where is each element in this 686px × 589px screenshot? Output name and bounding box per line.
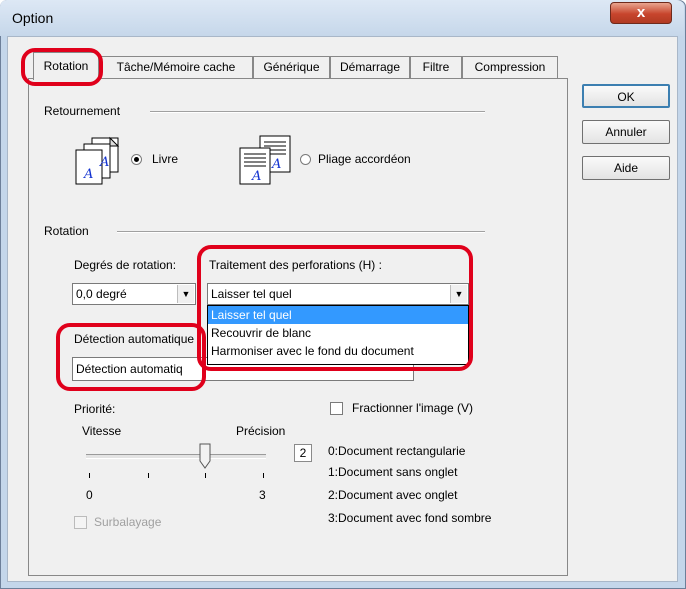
- degres-value: 0,0 degré: [76, 287, 127, 301]
- annuler-button[interactable]: Annuler: [582, 120, 670, 144]
- tab-compression[interactable]: Compression: [462, 56, 558, 78]
- tab-generique[interactable]: Générique: [253, 56, 330, 78]
- pliage-radio[interactable]: [300, 154, 311, 165]
- window-title: Option: [12, 10, 54, 26]
- list-item[interactable]: Recouvrir de blanc: [208, 324, 468, 342]
- detection-value: Détection automatiq: [76, 362, 183, 376]
- livre-radio[interactable]: [131, 154, 142, 165]
- ok-button[interactable]: OK: [582, 84, 670, 108]
- tab-demarrage[interactable]: Démarrage: [330, 56, 410, 78]
- rotation-divider: [117, 231, 485, 233]
- slider-min-label: 0: [86, 488, 93, 502]
- slider-value-box: 2: [294, 444, 312, 462]
- legend-item: 0:Document rectangularie: [328, 444, 466, 458]
- surbalayage-label: Surbalayage: [94, 515, 162, 529]
- book-pages-icon: A A: [75, 136, 120, 185]
- close-button[interactable]: x: [610, 2, 672, 24]
- tab-filtre[interactable]: Filtre: [410, 56, 462, 78]
- perforations-select[interactable]: Laisser tel quel ▼: [207, 283, 469, 305]
- fractionner-checkbox[interactable]: [330, 402, 343, 415]
- detection-label: Détection automatique: [74, 332, 195, 346]
- perforations-value: Laisser tel quel: [211, 287, 292, 301]
- livre-label: Livre: [152, 152, 179, 166]
- chevron-down-icon[interactable]: ▼: [450, 285, 467, 303]
- perforations-label: Traitement des perforations (H) :: [209, 258, 382, 272]
- vitesse-label: Vitesse: [82, 424, 122, 438]
- surbalayage-checkbox[interactable]: [74, 516, 87, 529]
- priorite-label: Priorité:: [74, 402, 116, 416]
- degres-label: Degrés de rotation:: [74, 258, 177, 272]
- legend-item: 2:Document avec onglet: [328, 488, 458, 502]
- priority-slider-thumb[interactable]: [199, 443, 211, 469]
- retournement-group-label: Retournement: [44, 104, 121, 118]
- fanfold-pages-icon: A A: [239, 135, 291, 185]
- pliage-label: Pliage accordéon: [318, 152, 411, 166]
- list-item[interactable]: Laisser tel quel: [208, 306, 468, 324]
- aide-button[interactable]: Aide: [582, 156, 670, 180]
- legend-item: 1:Document sans onglet: [328, 465, 458, 479]
- priority-slider-track[interactable]: [86, 454, 266, 459]
- fractionner-label: Fractionner l'image (V): [352, 401, 473, 415]
- svg-text:A: A: [83, 167, 93, 182]
- title-bar[interactable]: Option x: [0, 0, 684, 36]
- precision-label: Précision: [236, 424, 286, 438]
- slider-tick: [205, 473, 206, 478]
- rotation-group-label: Rotation: [44, 224, 89, 238]
- retournement-divider: [150, 111, 485, 113]
- slider-max-label: 3: [259, 488, 266, 502]
- close-icon: x: [636, 4, 646, 21]
- chevron-down-icon[interactable]: ▼: [177, 285, 194, 303]
- perforations-dropdown-list: Laisser tel quel Recouvrir de blanc Harm…: [207, 305, 469, 365]
- slider-tick: [89, 473, 90, 478]
- slider-tick: [263, 473, 264, 478]
- svg-text:A: A: [251, 169, 261, 184]
- svg-text:A: A: [99, 155, 109, 170]
- tab-rotation[interactable]: Rotation: [33, 52, 99, 80]
- tab-tache-memoire-cache[interactable]: Tâche/Mémoire cache: [99, 56, 253, 78]
- list-item[interactable]: Harmoniser avec le fond du document: [208, 342, 468, 360]
- svg-text:A: A: [271, 157, 281, 172]
- degres-select[interactable]: 0,0 degré ▼: [72, 283, 196, 305]
- legend-item: 3:Document avec fond sombre: [328, 511, 492, 525]
- slider-tick: [148, 473, 149, 478]
